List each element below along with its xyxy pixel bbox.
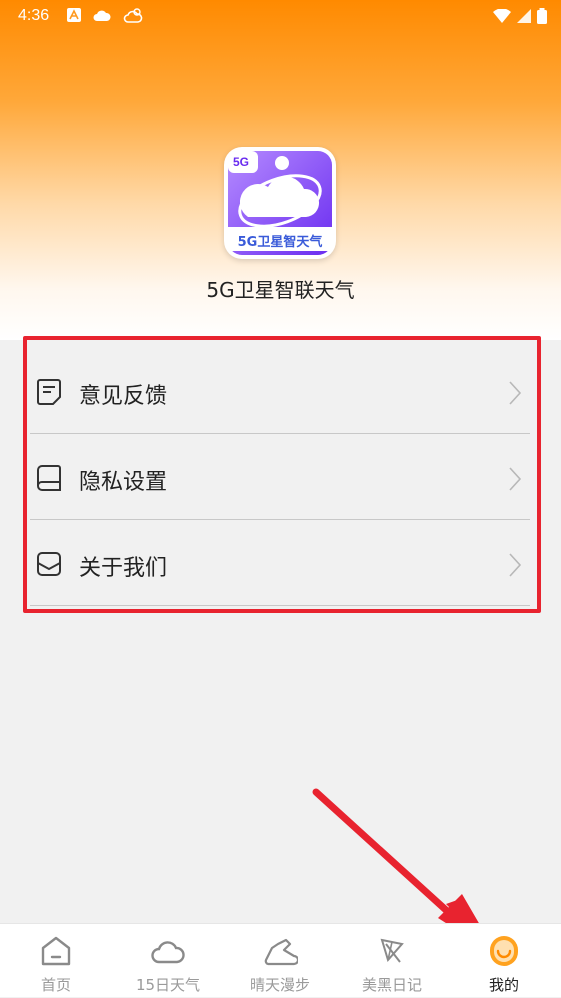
cloud-status-icon <box>93 10 111 21</box>
tab-label: 我的 <box>488 976 519 994</box>
logo-badge-text: 5G <box>233 155 250 169</box>
signal-icon <box>517 9 531 23</box>
weather-status-icon <box>123 8 143 23</box>
tab-15day-weather[interactable]: 15日天气 <box>112 924 224 998</box>
status-system-icons <box>493 8 547 24</box>
tab-label: 15日天气 <box>135 976 201 994</box>
shoe-icon <box>264 938 298 966</box>
status-bar: 4:36 <box>0 0 561 34</box>
tab-sunny-walk[interactable]: 晴天漫步 <box>224 924 336 998</box>
bottom-tab-bar: 首页 15日天气 晴天漫步 美黑日记 我的 <box>0 923 561 997</box>
status-time: 4:36 <box>18 7 50 24</box>
status-notification-icons <box>67 8 143 24</box>
font-a-icon <box>67 8 81 22</box>
logo-caption-text: 5G卫星智天气 <box>237 235 323 250</box>
smile-icon <box>490 936 518 966</box>
umbrella-icon <box>380 938 404 963</box>
highlight-annotation-box <box>23 336 541 613</box>
home-icon <box>41 936 71 966</box>
tab-label: 晴天漫步 <box>249 976 310 994</box>
wifi-icon <box>493 9 511 23</box>
tab-mine[interactable]: 我的 <box>448 924 560 998</box>
app-logo: 5G 5G卫星智天气 <box>224 147 336 259</box>
app-name: 5G卫星智联天气 <box>206 278 355 302</box>
cloud-icon <box>151 941 185 964</box>
battery-icon <box>537 8 547 24</box>
tab-label: 首页 <box>40 976 71 994</box>
tab-home[interactable]: 首页 <box>0 924 112 998</box>
tab-tan-diary[interactable]: 美黑日记 <box>336 924 448 998</box>
tab-label: 美黑日记 <box>361 976 422 994</box>
